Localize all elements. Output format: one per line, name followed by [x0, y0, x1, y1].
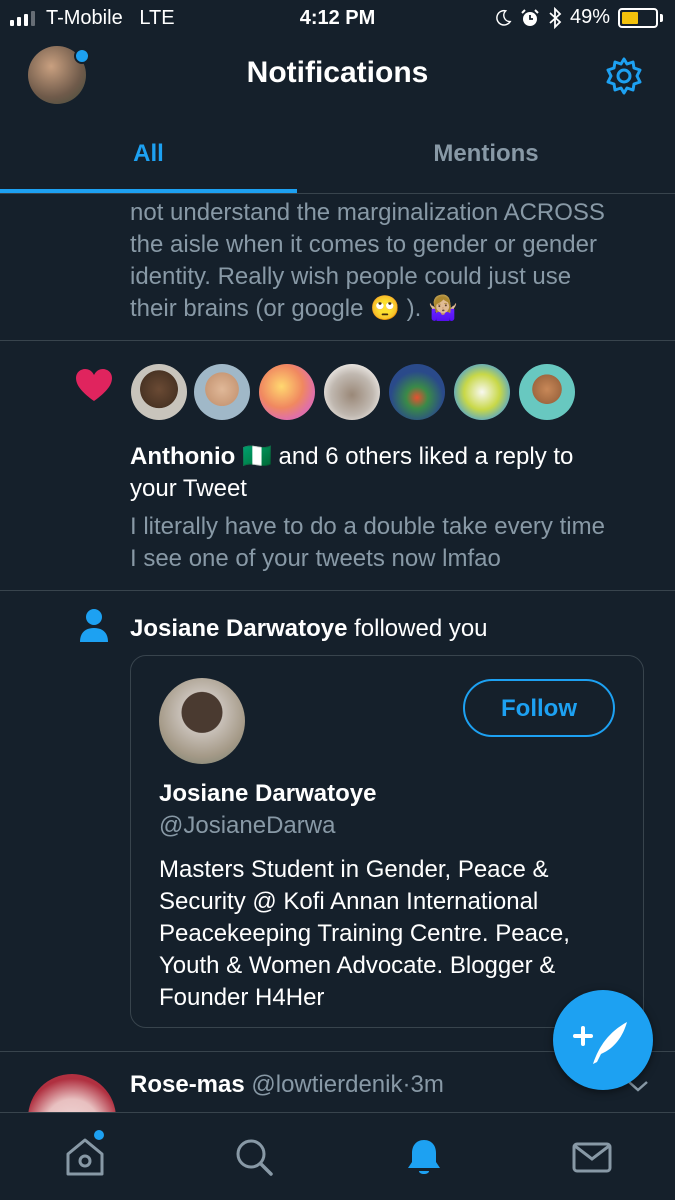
person-icon: [80, 609, 108, 642]
bell-icon[interactable]: [403, 1136, 445, 1178]
bluetooth-icon: [549, 6, 562, 29]
follower-avatar[interactable]: [159, 678, 245, 764]
home-badge-dot: [94, 1130, 104, 1140]
liker-avatar[interactable]: [131, 364, 187, 420]
flag-emoji: 🇳🇬: [241, 443, 272, 470]
alarm-icon: [521, 8, 539, 26]
battery-level: [622, 11, 638, 24]
battery-nub: [660, 13, 663, 22]
follower-name[interactable]: Josiane Darwatoye: [130, 615, 347, 642]
tweet-author-handle[interactable]: @lowtierdenik: [251, 1071, 402, 1098]
liker-avatar[interactable]: [389, 364, 445, 420]
like-summary-cont: your Tweet: [130, 475, 247, 502]
mail-icon[interactable]: [571, 1136, 613, 1178]
like-summary: and 6 others liked a reply to: [271, 443, 574, 470]
tab-all[interactable]: All: [0, 140, 297, 168]
tab-active-indicator: [0, 189, 297, 193]
tabs-divider: [0, 193, 675, 194]
home-icon[interactable]: [64, 1136, 106, 1178]
tweet-age: 3m: [410, 1071, 444, 1098]
tab-mentions[interactable]: Mentions: [297, 140, 675, 168]
row-divider: [0, 590, 675, 591]
compose-tweet-button[interactable]: [553, 990, 653, 1090]
status-right-group: 49%: [494, 6, 663, 29]
liker-avatar[interactable]: [324, 364, 380, 420]
battery-icon: [618, 7, 658, 28]
compose-tweet-icon: [573, 1022, 627, 1064]
battery-percent: 49%: [569, 6, 610, 28]
liker-name[interactable]: Anthonio: [130, 443, 235, 470]
gear-icon[interactable]: [604, 56, 644, 96]
follow-button[interactable]: Follow: [463, 679, 615, 737]
follow-action: followed you: [347, 615, 488, 642]
liker-avatar[interactable]: [454, 364, 510, 420]
search-icon[interactable]: [233, 1136, 275, 1178]
reply-preview[interactable]: I literally have to do a double take eve…: [130, 511, 660, 575]
card-handle[interactable]: @JosianeDarwa: [159, 810, 335, 842]
card-name[interactable]: Josiane Darwatoye: [159, 778, 376, 810]
tweet-text-tail: not understand the marginalization ACROS…: [130, 199, 605, 322]
moon-icon: [496, 9, 512, 26]
liker-avatar[interactable]: [259, 364, 315, 420]
liker-avatar[interactable]: [519, 364, 575, 420]
page-title: Notifications: [246, 56, 429, 89]
tweet-header[interactable]: Rose-mas @lowtierdenik·3m: [130, 1069, 444, 1101]
like-notification-text[interactable]: Anthonio 🇳🇬 and 6 others liked a reply t…: [130, 441, 660, 505]
status-bar: T-Mobile LTE 4:12 PM 49%: [0, 0, 675, 38]
liker-avatar[interactable]: [194, 364, 250, 420]
tweet-author-name[interactable]: Rose-mas: [130, 1071, 245, 1098]
row-divider: [0, 340, 675, 341]
heart-icon: [76, 369, 112, 401]
follow-notification-text[interactable]: Josiane Darwatoye followed you: [130, 613, 488, 645]
